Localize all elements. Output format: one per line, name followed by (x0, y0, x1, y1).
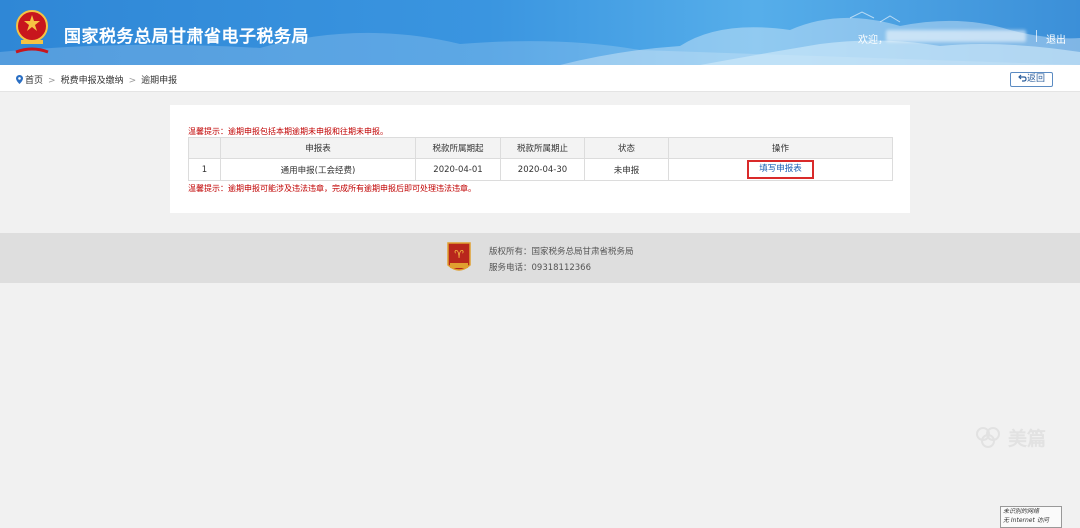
row-form-name: 通用申报(工会经费) (220, 158, 416, 181)
welcome-text: 欢迎， (858, 35, 888, 46)
col-header-index (188, 137, 221, 159)
row-action-cell: 填写申报表 (668, 158, 893, 181)
tip-bottom: 温馨提示：逾期申报可能涉及违法违章，完成所有逾期申报后即可处理违法违章。 (188, 184, 476, 193)
row-status: 未申报 (584, 158, 669, 181)
tax-emblem-icon (15, 10, 49, 54)
network-status-line1: 未识别的网络 (1003, 508, 1040, 515)
breadcrumb-home[interactable]: 首页 (25, 76, 43, 86)
table-header-row: 申报表 税款所属期起 税款所属期止 状态 操作 (188, 137, 893, 159)
col-header-end: 税款所属期止 (500, 137, 585, 159)
service-phone: 服务电话：09318112366 (489, 263, 591, 273)
network-status-line2: 无 Internet 访问 (1003, 517, 1049, 524)
row-period-end: 2020-04-30 (500, 158, 585, 181)
header-divider (1036, 30, 1037, 42)
site-title: 国家税务总局甘肃省电子税务局 (64, 27, 309, 47)
breadcrumb-bar: 首页 > 税费申报及缴纳 > 逾期申报 (0, 65, 1080, 92)
logout-link[interactable]: 退出 (1046, 31, 1066, 46)
breadcrumb-current: 逾期申报 (141, 76, 178, 86)
meipian-logo-icon (976, 427, 1000, 448)
table-row: 1 通用申报(工会经费) 2020-04-01 2020-04-30 未申报 填… (188, 158, 893, 181)
site-footer: ♈ 版权所有：国家税务总局甘肃省税务局 服务电话：09318112366 (0, 233, 1080, 283)
breadcrumb: 首页 > 税费申报及缴纳 > 逾期申报 (16, 73, 177, 86)
breadcrumb-tax-declaration[interactable]: 税费申报及缴纳 (61, 76, 124, 86)
location-pin-icon (16, 75, 23, 84)
chevron-right-icon: > (48, 76, 56, 86)
fill-declaration-button[interactable]: 填写申报表 (747, 160, 814, 179)
col-header-status: 状态 (584, 137, 669, 159)
chevron-right-icon: > (128, 76, 137, 86)
overdue-declaration-panel: 温馨提示：逾期申报包括本期逾期未申报和往期未申报。 申报表 税款所属期起 税款所… (170, 105, 910, 213)
username-redacted (886, 30, 1026, 42)
col-header-action: 操作 (668, 137, 893, 159)
tip-top: 温馨提示：逾期申报包括本期逾期未申报和往期未申报。 (188, 127, 388, 136)
col-header-start: 税款所属期起 (415, 137, 501, 159)
row-period-start: 2020-04-01 (415, 158, 501, 181)
svg-text:♈: ♈ (454, 248, 464, 261)
site-header: 国家税务总局甘肃省电子税务局 欢迎， 退出 (0, 0, 1080, 65)
network-status-popup: 未识别的网络 无 Internet 访问 (1000, 506, 1062, 528)
overdue-table: 申报表 税款所属期起 税款所属期止 状态 操作 1 通用申报(工会经费) 202… (188, 137, 893, 181)
watermark-brand: 美篇 (1008, 428, 1047, 450)
back-label: 返回 (1026, 74, 1045, 84)
copyright-text: 版权所有：国家税务总局甘肃省税务局 (489, 247, 634, 257)
return-icon (1018, 74, 1027, 82)
back-button[interactable]: 返回 (1010, 72, 1053, 87)
tax-badge-icon: ♈ (447, 242, 471, 271)
row-index: 1 (188, 158, 221, 181)
col-header-form: 申报表 (220, 137, 416, 159)
